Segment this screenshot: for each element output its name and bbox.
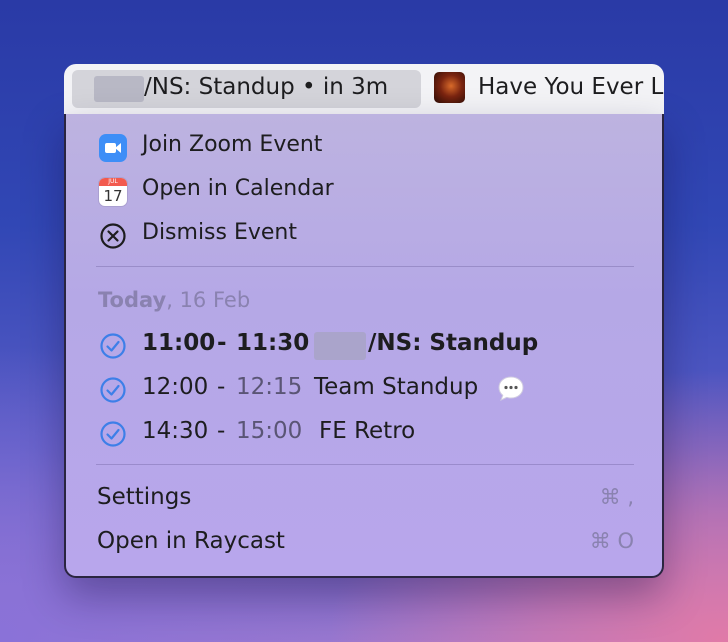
menu-item-label: Open in Calendar [142,176,334,201]
redacted-block [94,76,144,102]
redacted-block [314,332,366,360]
event-title: FE Retro [319,418,416,444]
event-row[interactable]: 14:30 - 15:00 FE Retro [66,412,662,452]
check-circle-icon [100,421,126,447]
settings-shortcut: ⌘ , [599,485,634,509]
event-row[interactable]: 12:00 - 12:15 Team Standup [66,368,662,408]
event-start-time: 14:30 [142,418,209,444]
check-circle-icon [100,377,126,403]
event-end-time: 11:30 [236,330,310,356]
time-separator: - [217,374,226,400]
menubar-event-text: /NS: Standup • in 3m [144,74,389,100]
calendar-icon: JUL 17 [99,178,127,206]
check-circle-icon [100,333,126,359]
event-start-time: 12:00 [142,374,209,400]
menu-item-label: Join Zoom Event [142,132,323,157]
settings-menu-item[interactable]: Settings ⌘ , [66,480,662,520]
menu-bar: /NS: Standup • in 3m Have You Ever L [64,64,664,114]
chat-bubble-icon [498,376,524,401]
time-separator: - [217,418,226,444]
open-calendar-menu-item[interactable]: JUL 17 Open in Calendar [66,170,662,214]
open-raycast-menu-item[interactable]: Open in Raycast ⌘ O [66,524,662,564]
zoom-icon [99,134,127,162]
album-art-icon[interactable] [434,72,465,103]
day-label: Today [98,288,167,312]
event-title: /NS: Standup [368,330,539,356]
dismiss-event-menu-item[interactable]: Dismiss Event [66,214,662,258]
event-start-time: 11:00 [142,330,216,356]
join-zoom-menu-item[interactable]: Join Zoom Event [66,126,662,170]
event-dropdown-menu: Join Zoom Event JUL 17 Open in Calendar … [64,114,664,578]
event-end-time: 12:15 [236,374,303,400]
dismiss-icon [100,223,126,249]
open-raycast-shortcut: ⌘ O [589,529,634,553]
menu-item-label: Dismiss Event [142,220,297,245]
event-end-time: 15:00 [236,418,303,444]
divider [96,266,634,267]
menubar-music-text[interactable]: Have You Ever L [478,74,663,100]
date-label: , 16 Feb [166,288,251,312]
section-heading-today: Today, 16 Feb [98,288,250,312]
open-raycast-label: Open in Raycast [97,528,285,554]
event-title: Team Standup [314,374,479,400]
divider [96,464,634,465]
time-separator: - [217,330,227,356]
event-row[interactable]: 11:00 - 11:30 /NS: Standup [66,324,662,364]
settings-label: Settings [97,484,192,510]
